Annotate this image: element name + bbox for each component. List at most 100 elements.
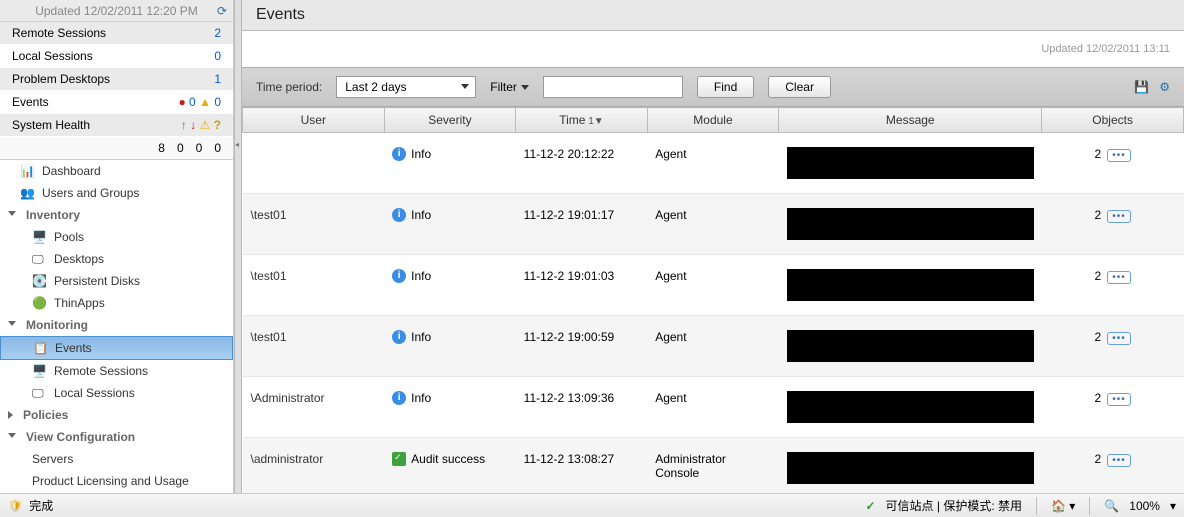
cell-objects: 2•••	[1042, 316, 1184, 377]
save-icon[interactable]: 💾	[1134, 80, 1149, 94]
col-module[interactable]: Module	[647, 108, 779, 133]
page-title: Events	[242, 0, 1184, 31]
summary-event-icons: ● 0 ▲ 0	[178, 95, 221, 109]
cell-objects: 2•••	[1042, 133, 1184, 194]
nav-events[interactable]: 📋Events	[0, 336, 233, 360]
clear-button[interactable]: Clear	[768, 76, 831, 98]
settings-icon[interactable]: ⚙	[1159, 80, 1170, 94]
health-count: 0	[177, 141, 184, 155]
nav-local-sessions[interactable]: 🖵Local Sessions	[0, 382, 233, 404]
redacted-message	[787, 330, 1034, 362]
redacted-message	[787, 452, 1034, 484]
info-icon: i	[392, 208, 406, 222]
cell-time: 11-12-2 13:08:27	[516, 438, 648, 494]
find-button[interactable]: Find	[697, 76, 754, 98]
page-updated-label: Updated 12/02/2011 13:11	[242, 31, 1184, 67]
thinapp-icon: 🟢	[32, 296, 48, 310]
desktops-icon: 🖵	[32, 252, 48, 266]
events-toolbar: Time period: Last 2 days Filter Find Cle…	[242, 67, 1184, 107]
info-icon: i	[392, 330, 406, 344]
cell-module: Agent	[647, 133, 779, 194]
summary-row-problem-desktops[interactable]: Problem Desktops 1	[0, 68, 233, 91]
table-row[interactable]: \AdministratoriInfo11-12-2 13:09:36Agent…	[243, 377, 1184, 438]
col-time[interactable]: Time	[516, 108, 648, 133]
question-icon: ?	[214, 118, 221, 132]
objects-more-icon[interactable]: •••	[1107, 210, 1131, 223]
status-trusted: 可信站点 | 保护模式: 禁用	[886, 497, 1022, 514]
summary-row-local-sessions[interactable]: Local Sessions 0	[0, 45, 233, 68]
summary-sidebar: Updated 12/02/2011 12:20 PM ⟳ Remote Ses…	[0, 0, 234, 493]
table-row[interactable]: \test01iInfo11-12-2 19:01:17Agent2•••	[243, 194, 1184, 255]
objects-more-icon[interactable]: •••	[1107, 454, 1131, 467]
table-row[interactable]: \test01iInfo11-12-2 19:00:59Agent2•••	[243, 316, 1184, 377]
nav-view-config[interactable]: View Configuration	[0, 426, 233, 448]
table-row[interactable]: iInfo11-12-2 20:12:22Agent2•••	[243, 133, 1184, 194]
secure-mode-icon[interactable]: 🏠 ▾	[1051, 499, 1075, 513]
col-user[interactable]: User	[243, 108, 385, 133]
disk-icon: 💽	[32, 274, 48, 288]
cell-time: 11-12-2 20:12:22	[516, 133, 648, 194]
cell-time: 11-12-2 19:01:03	[516, 255, 648, 316]
col-severity[interactable]: Severity	[384, 108, 516, 133]
nav-persistent-disks[interactable]: 💽Persistent Disks	[0, 270, 233, 292]
browser-statusbar: 🛡 完成 ✓ 可信站点 | 保护模式: 禁用 🏠 ▾ 🔍 100% ▾	[0, 493, 1184, 517]
local-icon: 🖵	[32, 386, 48, 400]
nav-monitoring[interactable]: Monitoring	[0, 314, 233, 336]
cell-objects: 2 •••	[1042, 194, 1184, 255]
objects-more-icon[interactable]: •••	[1107, 332, 1131, 345]
time-period-dropdown[interactable]: Last 2 days	[336, 76, 476, 98]
nav-users-groups[interactable]: 👥Users and Groups	[0, 182, 233, 204]
summary-label: Remote Sessions	[12, 26, 106, 40]
cell-user: \test01	[243, 316, 385, 377]
cell-message	[779, 438, 1042, 494]
info-icon: i	[392, 391, 406, 405]
summary-row-system-health[interactable]: System Health ↑ ↓ ⚠ ?	[0, 114, 233, 137]
objects-count: 2	[1095, 208, 1102, 222]
cell-module: Agent	[647, 316, 779, 377]
cell-module: Administrator Console	[647, 438, 779, 494]
cell-time: 11-12-2 13:09:36	[516, 377, 648, 438]
cell-objects: 2•••	[1042, 438, 1184, 494]
health-count: 0	[196, 141, 203, 155]
nav-desktops[interactable]: 🖵Desktops	[0, 248, 233, 270]
nav-thinapps[interactable]: 🟢ThinApps	[0, 292, 233, 314]
refresh-icon[interactable]: ⟳	[217, 4, 227, 18]
filter-input[interactable]	[543, 76, 683, 98]
table-row[interactable]: \administratorAudit success11-12-2 13:08…	[243, 438, 1184, 494]
nav-pools[interactable]: 🖥️Pools	[0, 226, 233, 248]
cell-message	[779, 255, 1042, 316]
vertical-splitter[interactable]	[234, 0, 242, 493]
events-icon: 📋	[33, 341, 49, 355]
table-row[interactable]: \test01iInfo11-12-2 19:01:03Agent2•••	[243, 255, 1184, 316]
dashboard-icon: 📊	[20, 164, 36, 178]
cell-message	[779, 194, 1042, 255]
cell-message	[779, 316, 1042, 377]
summary-row-events[interactable]: Events ● 0 ▲ 0	[0, 91, 233, 114]
up-arrow-icon: ↑	[181, 118, 187, 132]
nav-licensing[interactable]: Product Licensing and Usage	[0, 470, 233, 492]
zoom-icon[interactable]: 🔍	[1104, 499, 1119, 513]
objects-more-icon[interactable]: •••	[1107, 393, 1131, 406]
objects-more-icon[interactable]: •••	[1107, 149, 1131, 162]
users-icon: 👥	[20, 186, 36, 200]
col-message[interactable]: Message	[779, 108, 1042, 133]
objects-more-icon[interactable]: •••	[1107, 271, 1131, 284]
zoom-level: 100%	[1129, 499, 1160, 513]
summary-row-remote-sessions[interactable]: Remote Sessions 2	[0, 22, 233, 45]
nav-inventory[interactable]: Inventory	[0, 204, 233, 226]
nav-servers[interactable]: Servers	[0, 448, 233, 470]
col-objects[interactable]: Objects	[1042, 108, 1184, 133]
objects-count: 2	[1095, 391, 1102, 405]
zoom-dropdown-icon[interactable]: ▾	[1170, 499, 1176, 513]
remote-icon: 🖥️	[32, 364, 48, 378]
filter-dropdown[interactable]: Filter	[490, 80, 529, 94]
cell-user	[243, 133, 385, 194]
nav-remote-sessions[interactable]: 🖥️Remote Sessions	[0, 360, 233, 382]
cell-severity: iInfo	[384, 255, 516, 316]
info-icon: i	[392, 147, 406, 161]
check-icon: ✓	[865, 499, 875, 513]
chevron-down-icon	[8, 433, 16, 442]
nav-policies[interactable]: Policies	[0, 404, 233, 426]
nav-dashboard[interactable]: 📊Dashboard	[0, 160, 233, 182]
cell-objects: 2•••	[1042, 255, 1184, 316]
